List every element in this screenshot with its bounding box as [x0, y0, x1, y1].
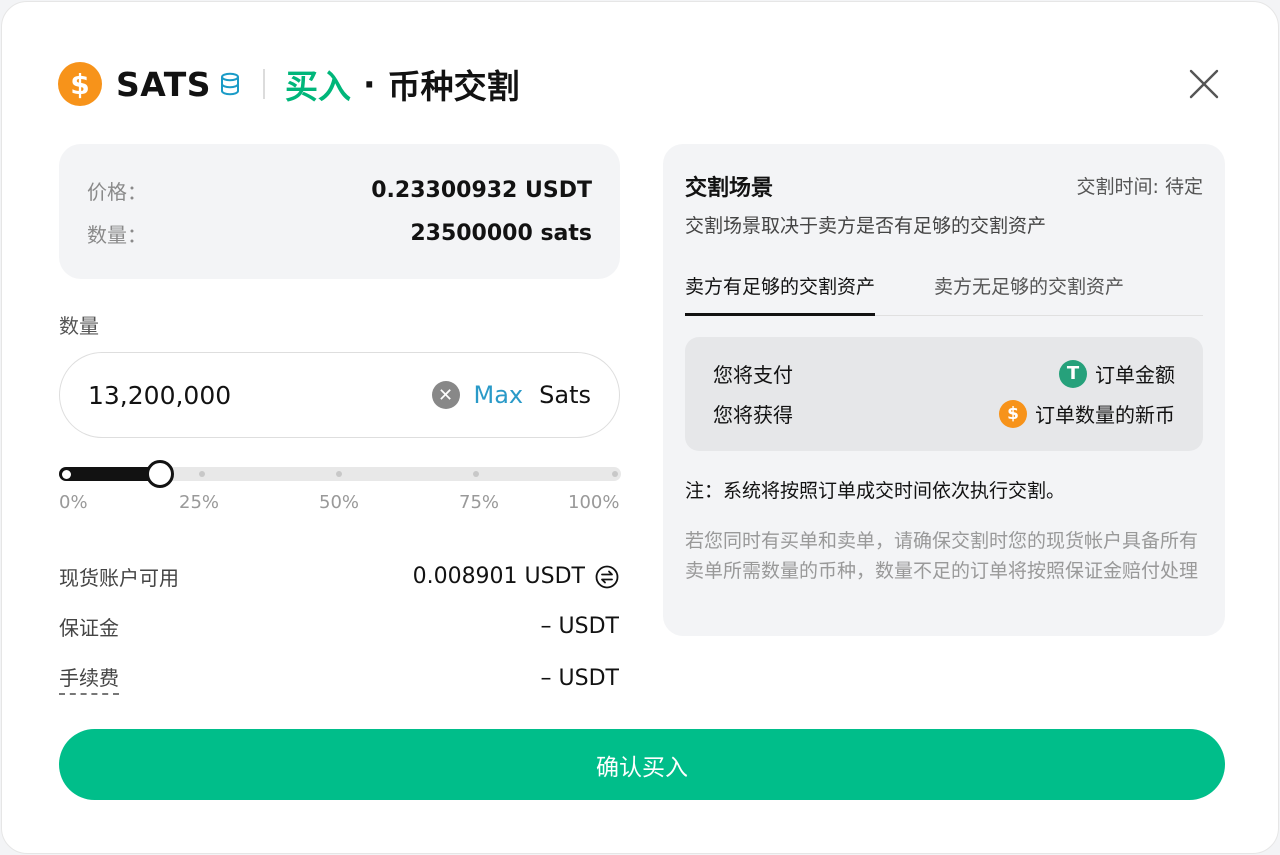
sats-coin-icon: $ [999, 399, 1027, 428]
slider-start-dot [62, 470, 71, 479]
tether-icon: T [1059, 359, 1087, 388]
slider-tick-75 [473, 471, 479, 477]
order-info-box: 价格： 0.23300932 USDT 数量： 23500000 sats [59, 144, 620, 279]
margin-label: 保证金 [59, 616, 119, 640]
slider-handle[interactable] [146, 460, 175, 488]
tab-seller-sufficient[interactable]: 卖方有足够的交割资产 [685, 272, 876, 316]
delivery-modal: $ SATS 买入 · 币种交割 价格： 0.23300932 USDT 数量：… [1, 1, 1279, 854]
margin-row: 保证金 – USDT [59, 612, 619, 641]
page-title: 币种交割 [387, 67, 520, 106]
tick-label: 75% [459, 492, 500, 513]
receive-value-group: $ 订单数量的新币 [999, 399, 1175, 428]
max-button[interactable]: Max [474, 381, 524, 409]
price-label: 价格： [87, 180, 147, 204]
order-qty-row: 数量： 23500000 sats [87, 219, 592, 248]
quantity-label: 数量 [59, 314, 99, 338]
delivery-scenario-panel: 交割场景 交割时间: 待定 交割场景取决于卖方是否有足够的交割资产 卖方有足够的… [663, 144, 1225, 636]
price-value: 0.23300932 USDT [371, 178, 592, 203]
title-separator: · [363, 64, 376, 104]
order-qty-label: 数量： [87, 223, 147, 247]
tab-seller-insufficient[interactable]: 卖方无足够的交割资产 [934, 272, 1124, 316]
slider-fill [59, 467, 161, 481]
delivery-time: 交割时间: 待定 [1076, 176, 1203, 198]
modal-header: $ SATS 买入 · 币种交割 [58, 60, 520, 108]
tick-label: 100% [568, 492, 620, 513]
pay-value: 订单金额 [1095, 363, 1175, 387]
delivery-tabs: 卖方有足够的交割资产 卖方无足够的交割资产 [685, 272, 1203, 316]
delivery-subtitle: 交割场景取决于卖方是否有足够的交割资产 [685, 215, 1047, 237]
available-label: 现货账户可用 [59, 566, 179, 590]
close-icon[interactable] [1188, 68, 1220, 100]
slider-tick-50 [336, 471, 342, 477]
price-row: 价格： 0.23300932 USDT [87, 176, 592, 205]
tick-label: 50% [319, 492, 360, 513]
action-label: 买入 [285, 67, 352, 106]
available-row: 现货账户可用 0.008901 USDT [59, 562, 619, 591]
fee-row: 手续费 – USDT [59, 662, 619, 695]
database-icon [221, 72, 240, 96]
settlement-box: 您将支付 T 订单金额 您将获得 $ 订单数量的新币 [685, 337, 1203, 451]
fee-label[interactable]: 手续费 [59, 662, 119, 695]
delivery-warning: 若您同时有买单和卖单，请确保交割时您的现货帐户具备所有卖单所需数量的币种，数量不… [685, 530, 1199, 582]
tick-label: 25% [179, 492, 220, 513]
receive-label: 您将获得 [713, 403, 793, 427]
confirm-buy-button[interactable]: 确认买入 [59, 729, 1225, 800]
transfer-icon[interactable] [595, 565, 619, 589]
fee-value: – USDT [540, 666, 619, 691]
slider-tick-labels: 0% 25% 50% 75% 100% [59, 492, 621, 514]
available-value: 0.008901 USDT [412, 564, 585, 589]
pay-row: 您将支付 T 订单金额 [713, 359, 1175, 388]
clear-icon[interactable]: ✕ [431, 381, 460, 409]
pay-label: 您将支付 [713, 363, 793, 387]
slider-tick-25 [199, 471, 205, 477]
pay-value-group: T 订单金额 [1059, 359, 1175, 388]
sats-coin-icon: $ [58, 62, 102, 106]
header-divider [263, 69, 266, 99]
receive-value: 订单数量的新币 [1035, 403, 1175, 427]
delivery-title: 交割场景 [685, 176, 774, 201]
coin-symbol: SATS [116, 64, 212, 104]
margin-value: – USDT [540, 614, 619, 639]
order-qty-value: 23500000 sats [410, 221, 592, 246]
quantity-slider[interactable] [59, 460, 621, 488]
receive-row: 您将获得 $ 订单数量的新币 [713, 399, 1175, 428]
quantity-field: ✕ Max Sats [59, 352, 620, 438]
available-value-group: 0.008901 USDT [413, 564, 619, 589]
delivery-note: 注：系统将按照订单成交时间依次执行交割。 [685, 480, 1066, 502]
quantity-input[interactable] [88, 380, 432, 410]
slider-tick-100 [612, 471, 618, 477]
quantity-unit: Sats [539, 381, 591, 409]
tick-label: 0% [59, 492, 88, 513]
